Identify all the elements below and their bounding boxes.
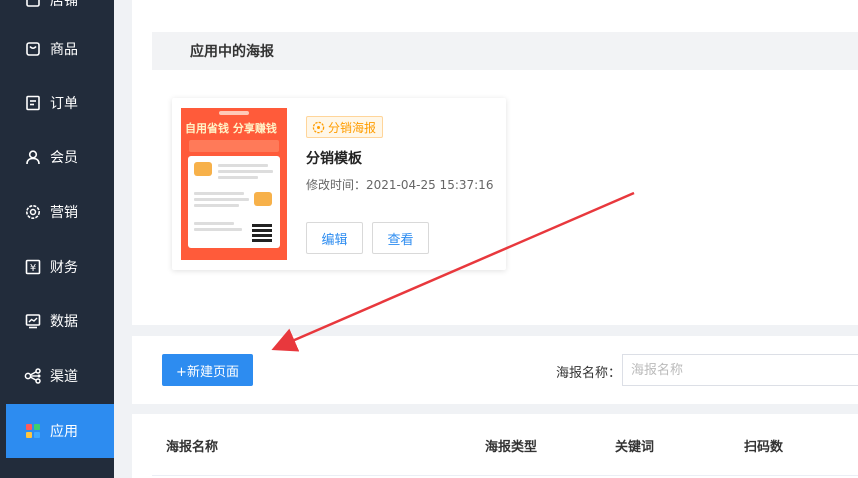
view-button[interactable]: 查看 (372, 222, 429, 254)
sidebar-item-orders[interactable]: 订单 (0, 76, 114, 130)
new-page-button[interactable]: +新建页面 (162, 354, 253, 386)
poster-table: 海报名称 海报类型 关键词 扫码数 (132, 414, 858, 478)
main-content: 应用中的海报 自用省钱 分享赚钱 分销海报 分销模板 修改时间：2021-04-… (114, 0, 858, 478)
section-header: 应用中的海报 (152, 32, 858, 70)
chart-icon (24, 312, 42, 330)
poster-thumbnail[interactable]: 自用省钱 分享赚钱 (181, 108, 287, 260)
sidebar-item-channels[interactable]: 渠道 (0, 349, 114, 403)
user-icon (24, 148, 42, 166)
sidebar-item-members[interactable]: 会员 (0, 130, 114, 184)
poster-name-search-input[interactable] (622, 354, 858, 386)
apps-icon (24, 422, 42, 440)
sidebar-item-label: 渠道 (50, 369, 78, 385)
sidebar-item-marketing[interactable]: 营销 (0, 185, 114, 239)
sidebar-item-label: 营销 (50, 205, 78, 221)
distribution-icon (311, 120, 325, 134)
yen-icon: ¥ (24, 258, 42, 276)
sidebar-item-apps[interactable]: 应用 (6, 404, 114, 458)
poster-type-badge: 分销海报 (306, 116, 384, 138)
sidebar-item-products[interactable]: 商品 (0, 22, 114, 76)
sidebar-item-label: 商品 (50, 42, 78, 58)
column-header-keyword[interactable]: 关键词 (615, 436, 654, 455)
order-icon (24, 94, 42, 112)
sidebar-item-label: 财务 (50, 260, 78, 276)
thumb-content (188, 156, 280, 248)
badge-label: 分销海报 (328, 120, 377, 135)
poster-card: 自用省钱 分享赚钱 分销海报 分销模板 修改时间：2021-04-25 15:3… (172, 98, 506, 270)
thumb-title: 自用省钱 分享赚钱 (185, 122, 277, 135)
bag-icon (24, 40, 42, 58)
qr-code-icon (252, 222, 272, 242)
poster-name: 分销模板 (306, 151, 362, 167)
column-header-scan-count[interactable]: 扫码数 (744, 436, 783, 455)
marketing-icon (24, 203, 42, 221)
sidebar-item-finance[interactable]: ¥ 财务 (0, 240, 114, 294)
thumb-banner (189, 140, 279, 152)
sidebar: 店铺 商品 订单 会员 营销 ¥ 财务 数据 渠道 应用 (0, 0, 114, 478)
share-icon (24, 367, 42, 385)
sidebar-item-label: 会员 (50, 150, 78, 166)
sidebar-item-label: 应用 (50, 424, 78, 440)
search-label: 海报名称： (556, 366, 622, 381)
thumb-illustration (194, 162, 212, 176)
sidebar-item-label: 店铺 (50, 0, 78, 9)
section-title: 应用中的海报 (190, 44, 274, 60)
table-divider (152, 475, 858, 476)
sidebar-item-label: 订单 (50, 96, 78, 112)
svg-text:¥: ¥ (30, 263, 36, 274)
thumb-illustration (254, 192, 272, 206)
shop-icon (24, 0, 42, 9)
toolbar: +新建页面 海报名称： (132, 336, 858, 404)
poster-modified-time: 修改时间：2021-04-25 15:37:16 (306, 178, 494, 192)
column-header-poster-name[interactable]: 海报名称 (166, 436, 218, 455)
thumb-header (181, 108, 287, 118)
edit-button[interactable]: 编辑 (306, 222, 363, 254)
column-header-poster-type[interactable]: 海报类型 (485, 436, 537, 455)
sidebar-item-label: 数据 (50, 314, 78, 330)
sidebar-item-data[interactable]: 数据 (0, 294, 114, 348)
